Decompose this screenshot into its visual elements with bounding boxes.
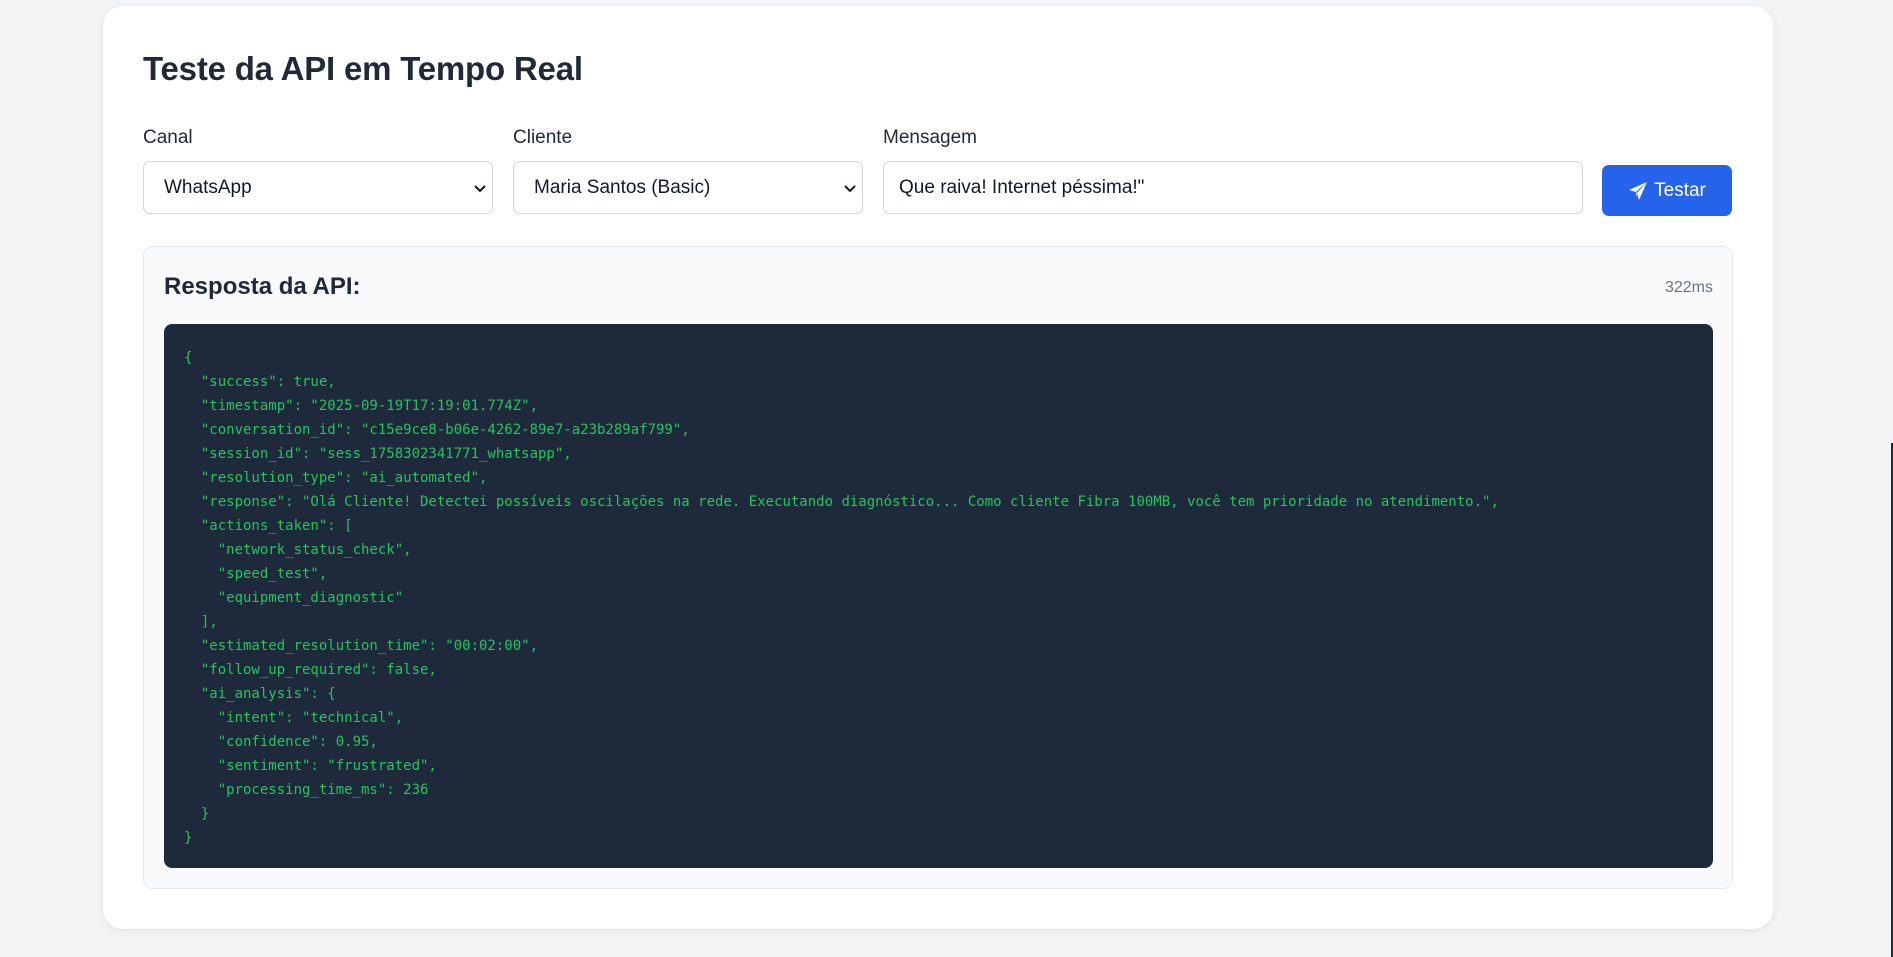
response-title: Resposta da API:: [164, 273, 361, 300]
client-label: Cliente: [513, 127, 573, 148]
channel-select-value: WhatsApp: [164, 176, 252, 198]
client-select-value: Maria Santos (Basic): [534, 176, 711, 198]
message-input[interactable]: Que raiva! Internet péssima!": [883, 161, 1583, 214]
chevron-down-icon: [474, 184, 486, 192]
test-button-label: Testar: [1654, 179, 1706, 201]
response-time: 322ms: [1664, 279, 1713, 296]
message-input-value: Que raiva! Internet péssima!": [899, 176, 1145, 198]
client-select[interactable]: Maria Santos (Basic): [513, 161, 863, 214]
channel-label: Canal: [143, 127, 193, 148]
channel-select[interactable]: WhatsApp: [143, 161, 493, 214]
api-test-card: Teste da API em Tempo Real Canal WhatsAp…: [103, 6, 1773, 929]
api-response-panel: Resposta da API: 322ms { "success": true…: [143, 246, 1733, 889]
paper-plane-icon: [1629, 181, 1648, 200]
response-json: { "success": true, "timestamp": "2025-09…: [164, 324, 1713, 868]
test-button[interactable]: Testar: [1602, 165, 1732, 216]
page-title: Teste da API em Tempo Real: [143, 50, 583, 87]
message-label: Mensagem: [883, 127, 977, 148]
chevron-down-icon: [844, 184, 856, 192]
